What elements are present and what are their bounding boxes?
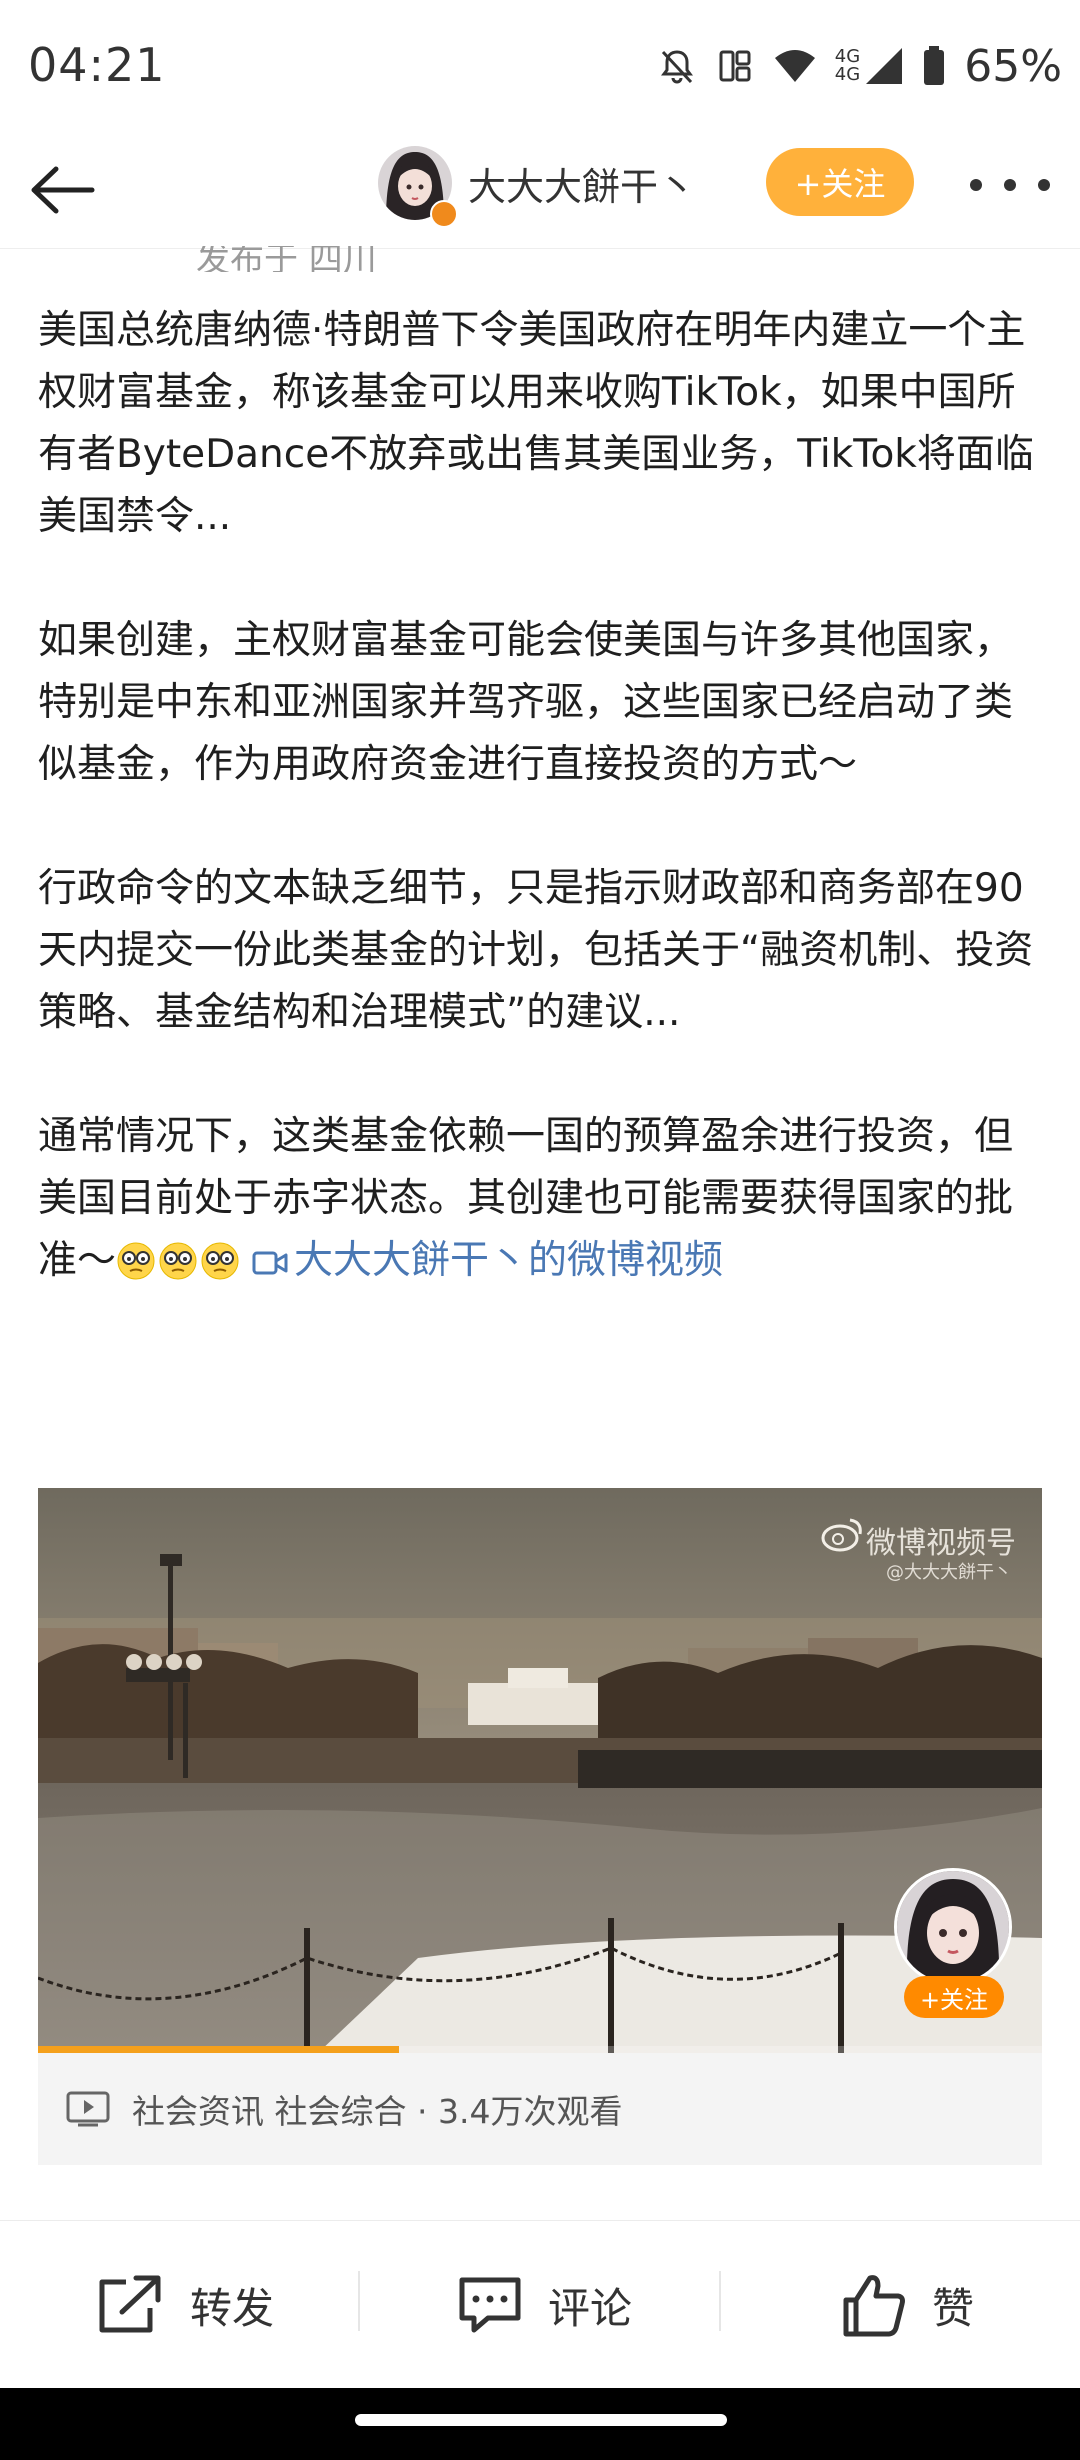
- video-link[interactable]: 大大大餅干丶的微博视频: [242, 1238, 723, 1283]
- comment-button[interactable]: 评论: [456, 2221, 632, 2389]
- sweat-emoji-icon: [117, 1242, 155, 1280]
- divider: [358, 2271, 360, 2331]
- status-icons: 4G 4G 65%: [657, 38, 1062, 94]
- back-arrow-icon: [31, 166, 95, 214]
- like-button[interactable]: 赞: [840, 2221, 974, 2389]
- network-type: 4G: [834, 64, 861, 85]
- wifi-icon: [774, 50, 815, 82]
- video-camera-icon: [252, 1251, 288, 1275]
- video-player[interactable]: 微博视频号 @大大大餅干丶 +关注: [38, 1488, 1042, 2053]
- data-saver-icon: [719, 50, 751, 82]
- verified-badge-icon: [430, 200, 458, 228]
- video-watermark: 微博视频号: [866, 1526, 1016, 1561]
- emoji-group: [116, 1238, 242, 1283]
- author-name[interactable]: 大大大餅干丶: [468, 156, 696, 211]
- cell-signal-icon: [866, 48, 903, 84]
- video-watermark-author: @大大大餅干丶: [886, 1562, 1012, 1583]
- post-body: 美国总统唐纳德·特朗普下令美国政府在明年内建立一个主权财富基金，称该基金可以用来…: [38, 300, 1048, 1292]
- comment-icon: [459, 2277, 521, 2333]
- thumbs-up-icon: [843, 2275, 905, 2337]
- battery-icon: [924, 46, 945, 85]
- battery-percent: 65%: [964, 40, 1062, 92]
- sweat-emoji-icon: [201, 1242, 239, 1280]
- system-nav-bar: [0, 2388, 1080, 2460]
- video-progress-bar[interactable]: [38, 2046, 1042, 2053]
- video-meta-text: 社会资讯 社会综合 · 3.4万次观看: [132, 2092, 623, 2131]
- video-progress-fill: [38, 2046, 400, 2053]
- post-paragraph-last: 通常情况下，这类基金依赖一国的预算盈余进行投资，但美国目前处于赤字状态。其创建也…: [38, 1106, 1048, 1292]
- status-bar: 04:21 4G 4G 65%: [0, 0, 1080, 130]
- top-nav: 大大大餅干丶 +关注: [0, 130, 1080, 249]
- divider: [719, 2271, 721, 2331]
- clock: 04:21: [28, 38, 166, 92]
- signal-indicator: 4G 4G: [835, 46, 904, 86]
- post-paragraph: 美国总统唐纳德·特朗普下令美国政府在明年内建立一个主权财富基金，称该基金可以用来…: [38, 308, 1034, 539]
- home-indicator[interactable]: [355, 2414, 727, 2426]
- repost-button[interactable]: 转发: [96, 2221, 274, 2389]
- video-play-icon: [66, 2091, 110, 2127]
- sweat-emoji-icon: [159, 1242, 197, 1280]
- back-button[interactable]: [28, 155, 98, 225]
- mute-bell-icon: [660, 50, 693, 84]
- bottom-action-bar: 转发 评论 赞: [0, 2220, 1080, 2389]
- follow-button[interactable]: +关注: [766, 148, 914, 216]
- weibo-logo-icon: [821, 1518, 862, 1552]
- video-follow-button[interactable]: +关注: [904, 1976, 1004, 2018]
- repost-icon: [99, 2275, 161, 2333]
- like-label: 赞: [932, 2283, 975, 2333]
- comment-label: 评论: [548, 2283, 633, 2333]
- more-options-icon[interactable]: [970, 160, 1050, 210]
- video-meta[interactable]: 社会资讯 社会综合 · 3.4万次观看: [38, 2053, 1042, 2165]
- video-link-text: 大大大餅干丶的微博视频: [294, 1238, 724, 1283]
- repost-label: 转发: [190, 2283, 275, 2333]
- post-paragraph: 如果创建，主权财富基金可能会使美国与许多其他国家，特别是中东和亚洲国家并驾齐驱，…: [38, 618, 1014, 787]
- post-paragraph: 行政命令的文本缺乏细节，只是指示财政部和商务部在90天内提交一份此类基金的计划，…: [38, 866, 1034, 1035]
- video-author-avatar[interactable]: [894, 1868, 1012, 1986]
